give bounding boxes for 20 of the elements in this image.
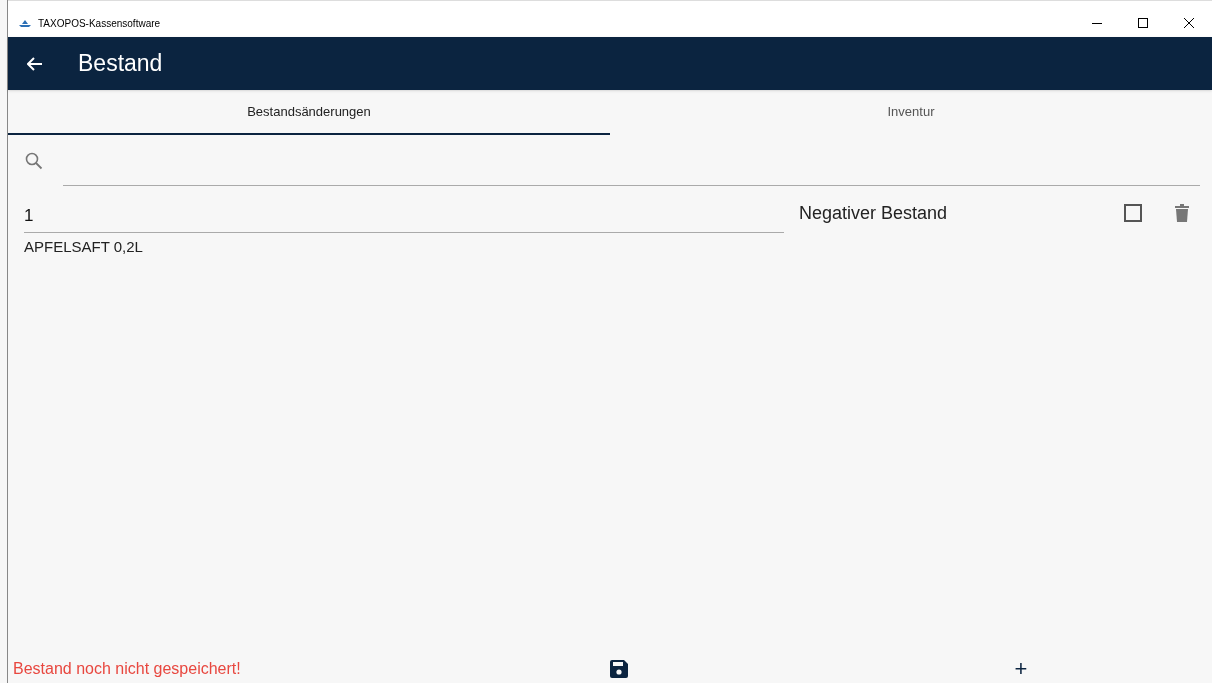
- trash-icon: [1175, 204, 1189, 222]
- option-label: Negativer Bestand: [799, 201, 949, 225]
- tab[interactable]: Inventur: [610, 90, 1212, 135]
- minimize-icon: [1092, 22, 1102, 24]
- app-logo-icon: [18, 19, 32, 27]
- page-title: Bestand: [78, 49, 163, 79]
- back-arrow-icon: [27, 56, 43, 71]
- checkbox[interactable]: [1124, 204, 1142, 222]
- save-button[interactable]: [607, 657, 631, 681]
- tab[interactable]: Bestandsänderungen: [8, 90, 610, 135]
- maximize-icon: [1138, 18, 1148, 28]
- delete-button[interactable]: [1173, 203, 1191, 223]
- quantity-field[interactable]: 1: [24, 199, 784, 233]
- window-title: TAXOPOS-Kassensoftware: [38, 16, 161, 31]
- search-icon: [25, 152, 43, 170]
- add-button[interactable]: +: [1009, 657, 1033, 681]
- item-name: APFELSAFT 0,2L: [24, 237, 144, 257]
- close-icon: [1184, 18, 1194, 28]
- unsaved-warning: Bestand noch nicht gespeichert!: [13, 659, 242, 679]
- save-icon: [610, 660, 628, 678]
